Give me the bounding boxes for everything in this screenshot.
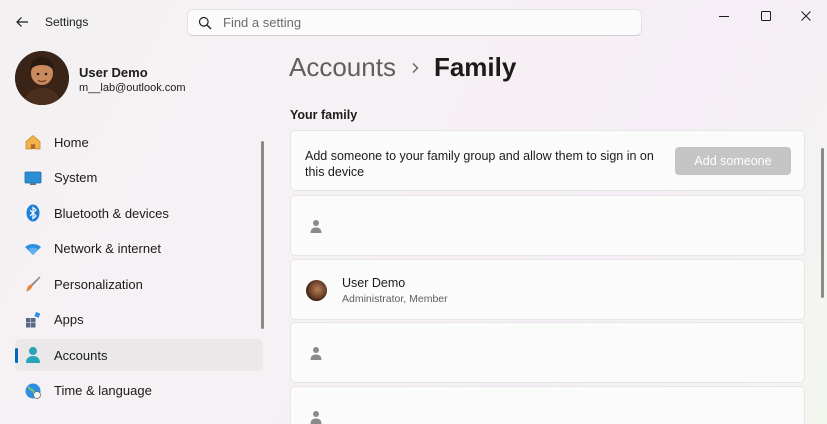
maximize-button[interactable]	[756, 6, 776, 26]
search-icon	[198, 16, 212, 30]
add-family-description: Add someone to your family group and all…	[305, 149, 654, 179]
sidebar-item-label: Network & internet	[54, 241, 161, 256]
sidebar-item-label: Home	[54, 134, 89, 150]
home-icon	[23, 132, 43, 152]
family-member-card[interactable]	[290, 322, 805, 383]
sidebar-item-bluetooth[interactable]: Bluetooth & devices	[15, 197, 263, 229]
close-icon	[801, 11, 811, 21]
close-button[interactable]	[796, 6, 816, 26]
add-family-card: Add someone to your family group and all…	[290, 130, 805, 191]
breadcrumb-parent[interactable]: Accounts	[289, 52, 396, 83]
minimize-button[interactable]	[714, 6, 734, 26]
chevron-right-icon	[410, 62, 420, 74]
sidebar-item-accounts[interactable]: Accounts	[15, 339, 263, 371]
family-member-card[interactable]: User Demo Administrator, Member	[290, 259, 805, 320]
sidebar-item-time-language[interactable]: Time & language	[15, 375, 263, 407]
add-someone-button[interactable]: Add someone	[675, 147, 791, 175]
search-box[interactable]	[187, 9, 642, 36]
brush-icon	[23, 274, 43, 294]
search-input[interactable]	[223, 15, 623, 30]
sidebar-item-label: Accounts	[54, 347, 108, 363]
system-icon	[23, 168, 43, 188]
member-role: Administrator, Member	[342, 293, 448, 305]
title-bar: Settings	[0, 0, 827, 44]
content-scrollbar[interactable]	[821, 148, 824, 298]
profile-name: User Demo	[79, 65, 148, 80]
page-title: Family	[433, 52, 517, 82]
globe-icon	[23, 381, 43, 401]
sidebar-item-system[interactable]: System	[15, 162, 263, 194]
person-icon	[307, 408, 325, 424]
sidebar-item-label: Bluetooth & devices	[54, 205, 169, 221]
sidebar-scrollbar[interactable]	[261, 141, 264, 329]
member-name: User Demo	[342, 276, 406, 290]
sidebar-item-label: Personalization	[54, 276, 143, 292]
network-icon	[23, 239, 43, 259]
sidebar-item-label: Apps	[54, 312, 84, 327]
app-title: Settings	[45, 15, 89, 29]
avatar	[15, 51, 69, 105]
sidebar-item-label: System	[54, 170, 98, 185]
minimize-icon	[719, 16, 729, 17]
sidebar-item-apps[interactable]: Apps	[15, 304, 263, 336]
avatar	[306, 280, 327, 301]
sidebar-item-home[interactable]: Home	[15, 126, 263, 158]
person-icon	[307, 217, 325, 235]
family-member-card[interactable]	[290, 386, 805, 424]
bluetooth-icon	[23, 203, 43, 223]
accounts-icon	[23, 345, 43, 365]
sidebar-nav: Home System Bluetooth & devices Network …	[15, 126, 263, 410]
person-icon	[307, 344, 325, 362]
back-button[interactable]	[10, 10, 34, 34]
maximize-icon	[761, 11, 771, 21]
section-title: Your family	[290, 108, 358, 122]
apps-icon	[23, 310, 43, 330]
sidebar-item-personalization[interactable]: Personalization	[15, 268, 263, 300]
family-member-card[interactable]	[290, 195, 805, 256]
sidebar-item-network[interactable]: Network & internet	[15, 233, 263, 265]
user-profile[interactable]: User Demo m__lab@outlook.com	[15, 51, 255, 107]
back-arrow-icon	[16, 17, 28, 27]
breadcrumb: Accounts Family	[289, 52, 516, 83]
sidebar-item-label: Time & language	[54, 383, 152, 398]
profile-email: m__lab@outlook.com	[79, 82, 186, 94]
